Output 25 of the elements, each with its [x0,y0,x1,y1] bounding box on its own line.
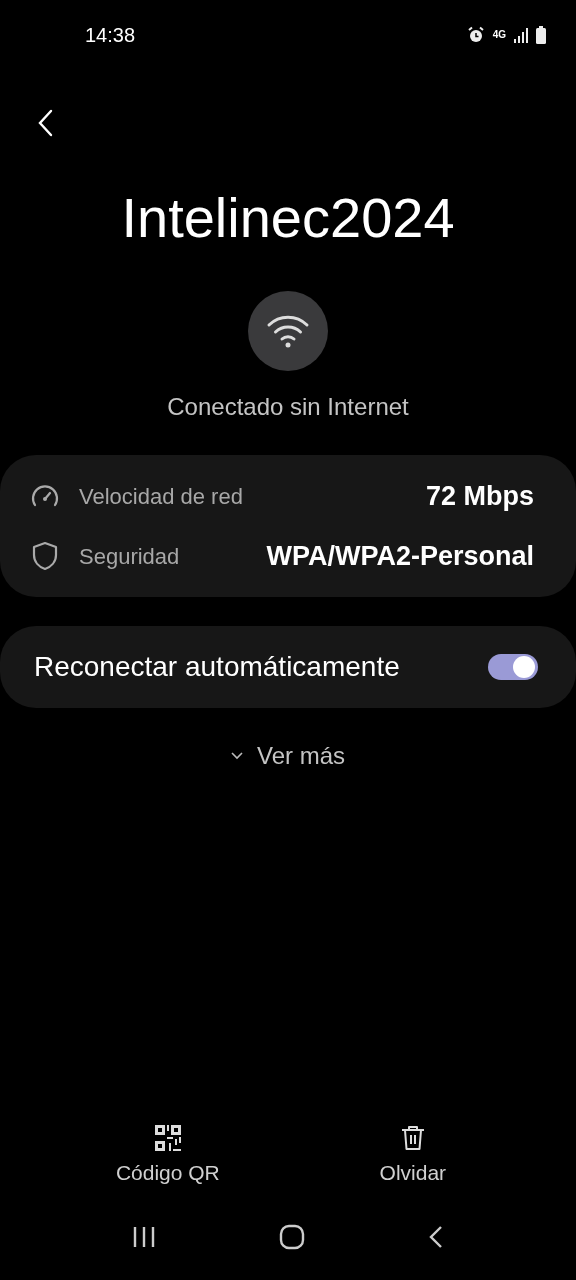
alarm-icon [466,26,485,44]
recent-apps-icon[interactable] [131,1226,156,1248]
home-icon[interactable] [279,1224,305,1250]
toggle-switch[interactable] [488,654,538,680]
network-name: Intelinec2024 [120,185,456,251]
back-icon[interactable] [428,1225,445,1249]
shield-icon [32,541,58,571]
detail-label: Velocidad de red [79,482,243,511]
forget-button[interactable]: Olvidar [379,1124,447,1188]
chevron-down-icon [231,752,243,760]
trash-icon [400,1124,425,1151]
see-more-button[interactable]: Ver más [231,738,345,774]
signal-icon [514,27,528,43]
detail-label: Seguridad [79,542,180,571]
detail-value: WPA/WPA2-Personal [266,539,534,573]
battery-icon [536,26,546,44]
network-type: 4G [492,30,506,40]
auto-reconnect-label: Reconectar automáticamente [34,650,400,684]
speedometer-icon [30,484,60,508]
status-time: 14:38 [85,23,136,48]
connection-status: Conectado sin Internet [166,392,410,422]
detail-value: 72 Mbps [425,479,534,513]
qr-code-button[interactable]: Código QR [115,1124,220,1188]
auto-reconnect-row[interactable]: Reconectar automáticamente [0,626,576,708]
qr-code-icon [154,1124,181,1151]
